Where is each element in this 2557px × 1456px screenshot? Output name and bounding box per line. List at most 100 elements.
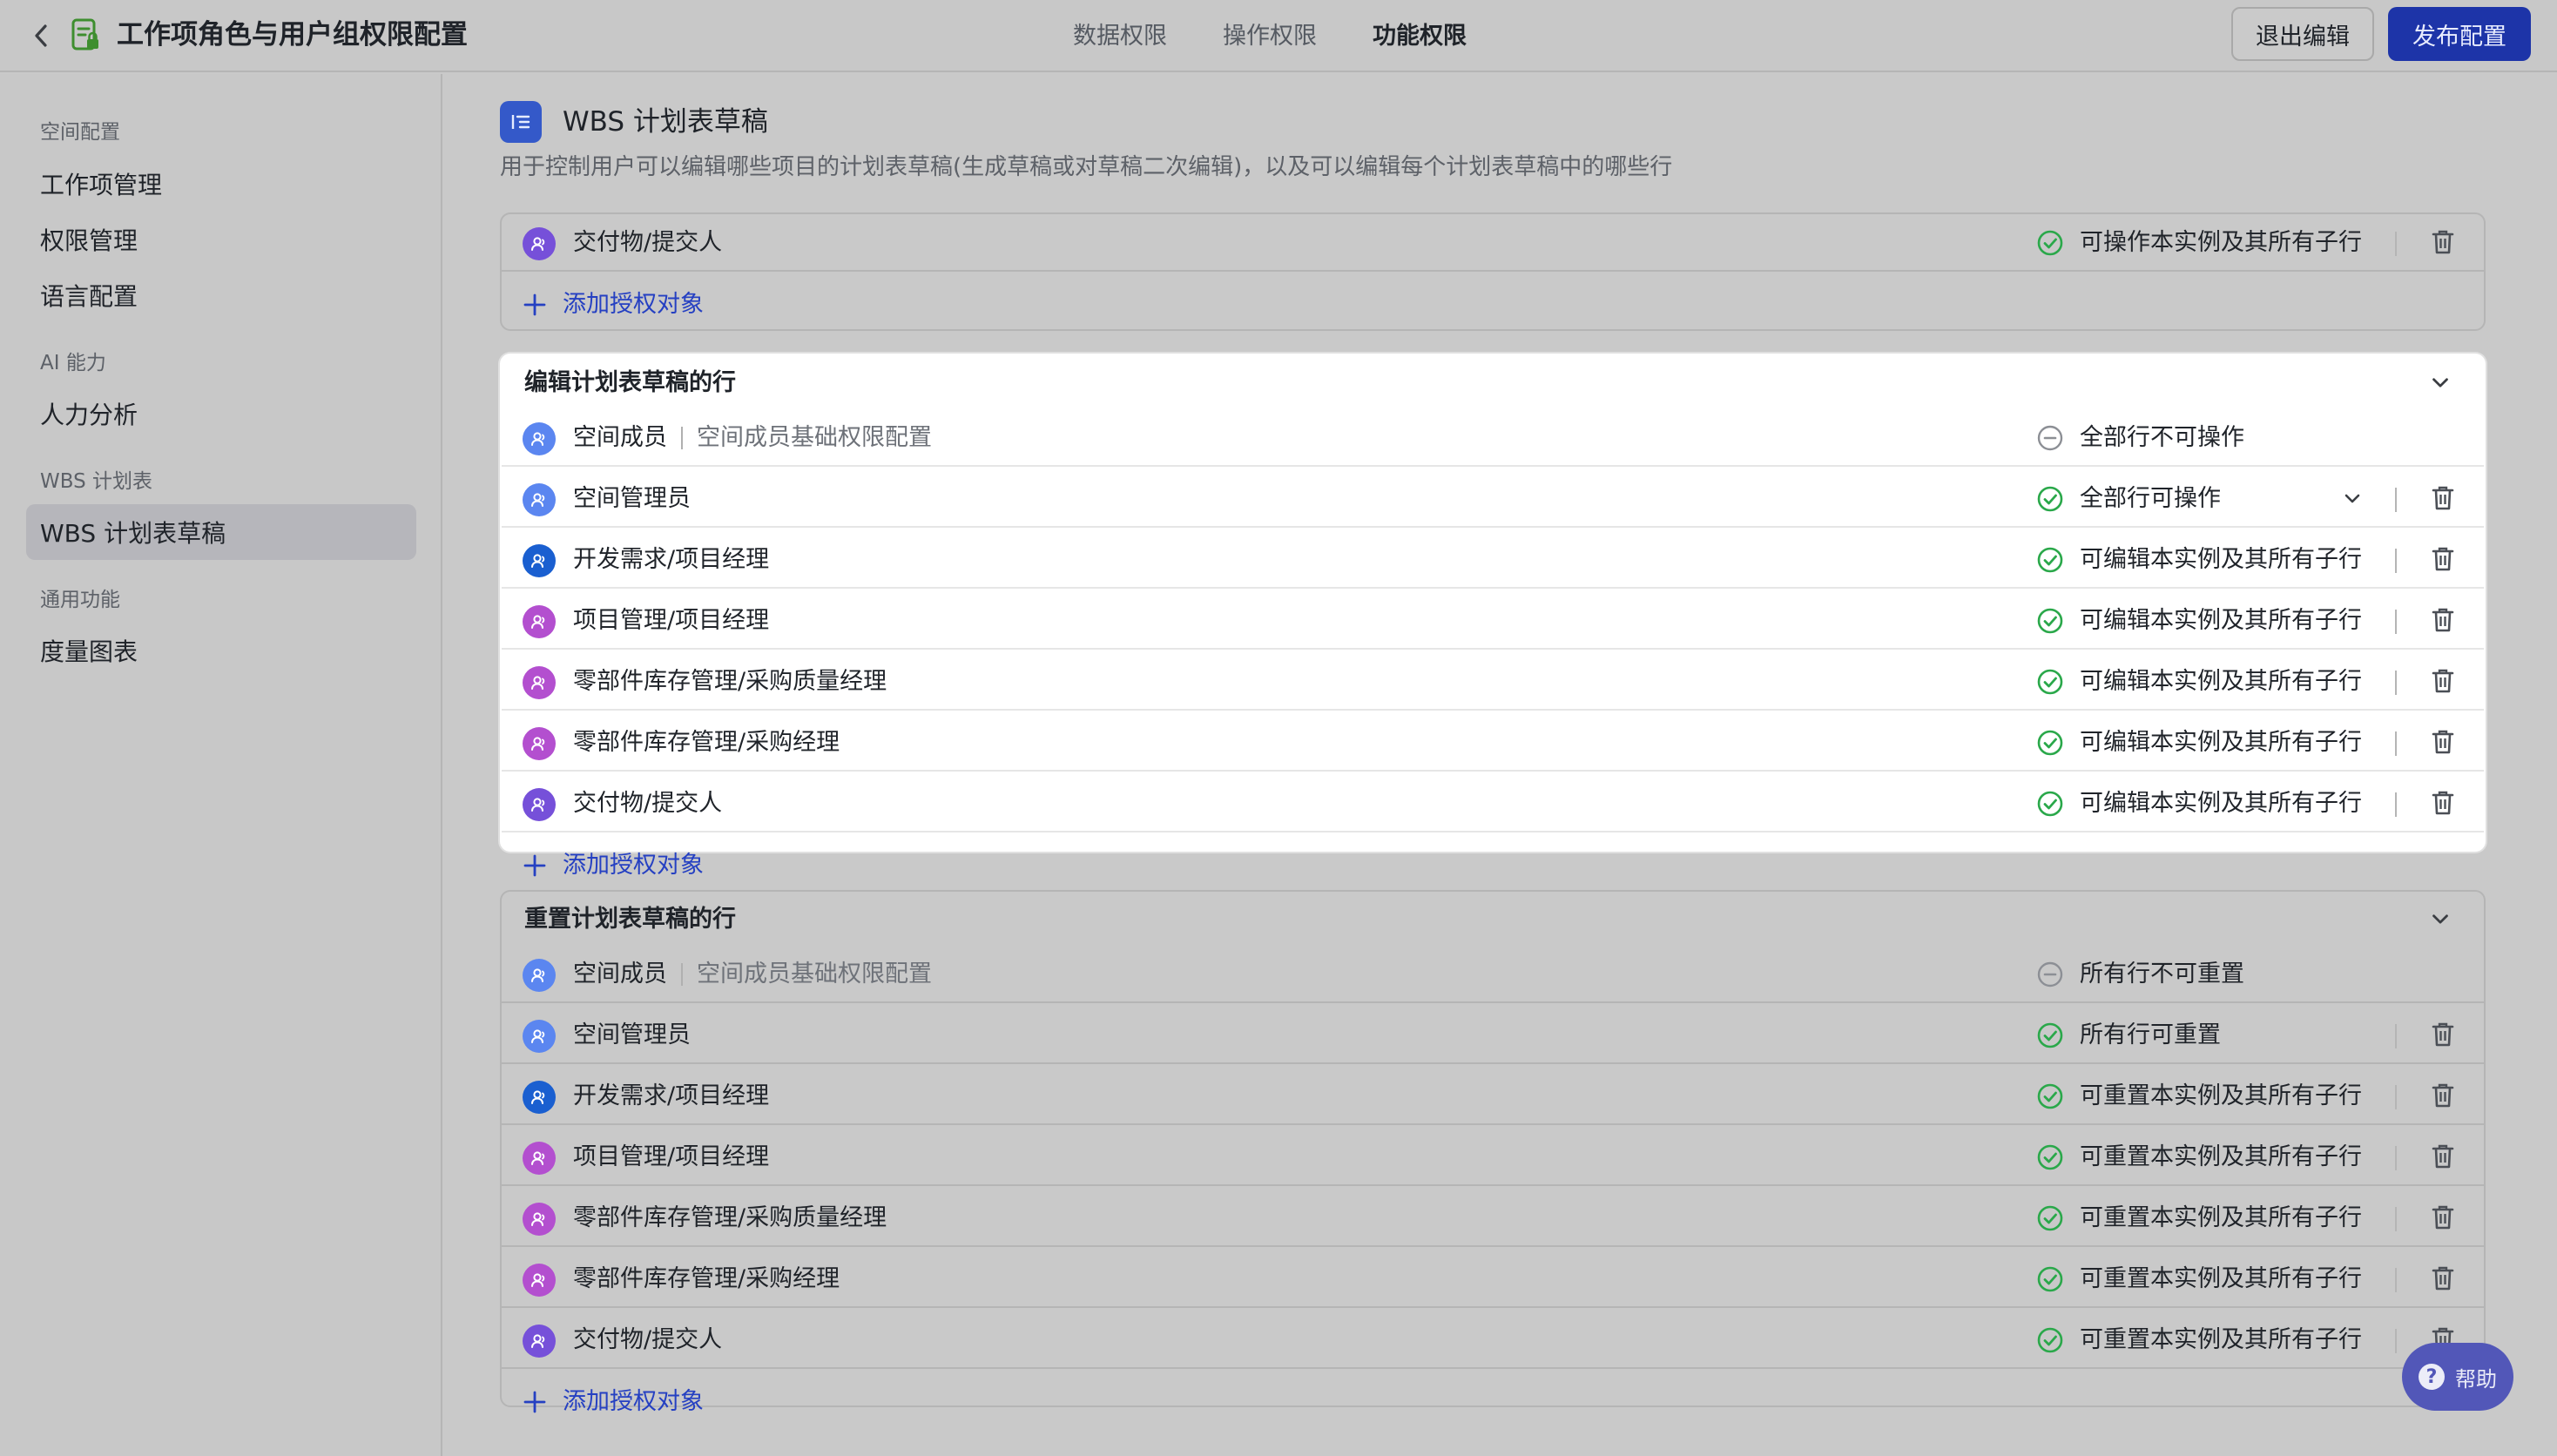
check-circle-icon: [2036, 1326, 2064, 1354]
sidebar-item-language-config[interactable]: 语言配置: [40, 278, 138, 313]
check-circle-icon: [2036, 1204, 2064, 1232]
permission-scope[interactable]: 全部行可操作: [2080, 481, 2221, 517]
permission-scope[interactable]: 可重置本实例及其所有子行: [2080, 1261, 2362, 1298]
sidebar-item-metric-chart[interactable]: 度量图表: [40, 633, 138, 668]
reset-rows-card: 重置计划表草稿的行空间成员 空间成员基础权限配置 所有行不可重置空间管理员 所有行可重…: [500, 890, 2486, 1415]
permission-scope[interactable]: 可编辑本实例及其所有子行: [2080, 603, 2362, 639]
permission-scope[interactable]: 可编辑本实例及其所有子行: [2080, 542, 2362, 578]
action-separator: [2395, 731, 2397, 756]
card-title: 重置计划表草稿的行: [524, 906, 736, 933]
base-permission-link[interactable]: 空间成员基础权限配置: [697, 420, 932, 456]
add-grantee-button[interactable]: 添加授权对象: [523, 848, 704, 883]
action-separator: [2395, 1329, 2397, 1353]
add-grantee-button[interactable]: 添加授权对象: [523, 1385, 704, 1419]
delete-trash-icon[interactable]: [2430, 667, 2458, 697]
plus-icon: [523, 293, 547, 317]
delete-trash-icon[interactable]: [2430, 1021, 2458, 1050]
delete-trash-icon[interactable]: [2430, 606, 2458, 636]
permission-scope[interactable]: 全部行不可操作: [2080, 420, 2244, 456]
sidebar: 空间配置 工作项管理 权限管理 语言配置 AI 能力 人力分析 WBS 计划表 …: [0, 74, 442, 1456]
permission-scope[interactable]: 可重置本实例及其所有子行: [2080, 1139, 2362, 1176]
permission-row: 零部件库存管理/采购质量经理 可重置本实例及其所有子行: [502, 1190, 2484, 1247]
user-group-icon: [523, 544, 556, 577]
operate-card: 交付物/提交人 可操作本实例及其所有子行添加授权对象: [500, 212, 2486, 331]
publish-config-button[interactable]: 发布配置: [2388, 7, 2531, 61]
delete-trash-icon[interactable]: [2430, 484, 2458, 514]
sidebar-group-space-config: 空间配置: [40, 121, 120, 144]
section-description: 用于控制用户可以编辑哪些项目的计划表草稿(生成草稿或对草稿二次编辑)，以及可以编…: [500, 154, 1673, 180]
check-circle-icon: [2036, 1265, 2064, 1293]
plus-icon: [523, 1390, 547, 1414]
grantee-name: 零部件库存管理/采购经理: [573, 729, 840, 756]
page-title: 工作项角色与用户组权限配置: [117, 19, 468, 51]
tab-function-permission[interactable]: 功能权限: [1373, 17, 1467, 56]
action-separator: [2395, 610, 2397, 634]
grantee-name: 零部件库存管理/采购质量经理: [573, 668, 887, 695]
action-separator: [2395, 792, 2397, 817]
user-group-icon: [523, 605, 556, 638]
permission-row: 项目管理/项目经理 可编辑本实例及其所有子行: [502, 592, 2484, 650]
permission-scope[interactable]: 可编辑本实例及其所有子行: [2080, 664, 2362, 700]
action-separator: [2395, 1085, 2397, 1109]
sidebar-item-permission-management[interactable]: 权限管理: [40, 222, 138, 257]
grantee-name: 零部件库存管理/采购经理: [573, 1265, 840, 1292]
top-bar: 工作项角色与用户组权限配置 数据权限 操作权限 功能权限 退出编辑 发布配置: [0, 0, 2557, 72]
sidebar-group-general: 通用功能: [40, 589, 120, 611]
delete-trash-icon[interactable]: [2430, 1082, 2458, 1111]
top-tabs: 数据权限 操作权限 功能权限: [1073, 17, 1467, 56]
grantee-name: 空间成员: [573, 961, 667, 988]
action-separator: [2395, 488, 2397, 512]
user-group-icon: [523, 959, 556, 992]
permission-row: 空间管理员 所有行可重置: [502, 1007, 2484, 1064]
grantee-name: 空间管理员: [573, 1021, 691, 1048]
permission-scope[interactable]: 所有行可重置: [2080, 1017, 2221, 1054]
minus-circle-icon: [2036, 424, 2064, 452]
scope-dropdown-chevron-icon[interactable]: [2339, 486, 2365, 512]
sidebar-item-human-analysis[interactable]: 人力分析: [40, 396, 138, 431]
permission-row: 开发需求/项目经理 可编辑本实例及其所有子行: [502, 531, 2484, 589]
help-button[interactable]: ? 帮助: [2402, 1343, 2513, 1411]
collapse-chevron-icon[interactable]: [2426, 369, 2454, 397]
card-header: 重置计划表草稿的行: [502, 892, 2484, 946]
exit-edit-button[interactable]: 退出编辑: [2231, 7, 2374, 61]
permission-row: 项目管理/项目经理 可重置本实例及其所有子行: [502, 1129, 2484, 1186]
tab-data-permission[interactable]: 数据权限: [1073, 17, 1167, 56]
delete-trash-icon[interactable]: [2430, 1203, 2458, 1233]
delete-trash-icon[interactable]: [2430, 728, 2458, 758]
permission-scope[interactable]: 可重置本实例及其所有子行: [2080, 1200, 2362, 1237]
permission-row: 开发需求/项目经理 可重置本实例及其所有子行: [502, 1068, 2484, 1125]
grantee-name: 零部件库存管理/采购质量经理: [573, 1204, 887, 1231]
permission-scope[interactable]: 可重置本实例及其所有子行: [2080, 1322, 2362, 1358]
check-circle-icon: [2036, 1082, 2064, 1110]
action-separator: [2395, 1268, 2397, 1292]
sidebar-item-work-item-management[interactable]: 工作项管理: [40, 166, 162, 201]
permission-row: 空间管理员 全部行可操作: [502, 470, 2484, 528]
edit-rows-card: 编辑计划表草稿的行空间成员 空间成员基础权限配置 全部行不可操作空间管理员 全部行可操…: [500, 354, 2486, 879]
grantee-name: 空间成员: [573, 424, 667, 451]
permission-scope[interactable]: 所有行不可重置: [2080, 956, 2244, 993]
action-separator: [2395, 1146, 2397, 1170]
permission-row: 零部件库存管理/采购经理 可重置本实例及其所有子行: [502, 1250, 2484, 1308]
delete-trash-icon[interactable]: [2430, 228, 2458, 258]
delete-trash-icon[interactable]: [2430, 1143, 2458, 1172]
grantee-name: 开发需求/项目经理: [573, 1082, 770, 1109]
user-group-icon: [523, 666, 556, 699]
name-divider: [681, 427, 683, 449]
permission-scope[interactable]: 可编辑本实例及其所有子行: [2080, 725, 2362, 761]
card-title: 编辑计划表草稿的行: [524, 369, 736, 396]
delete-trash-icon[interactable]: [2430, 1264, 2458, 1294]
base-permission-link[interactable]: 空间成员基础权限配置: [697, 956, 932, 993]
permission-scope[interactable]: 可重置本实例及其所有子行: [2080, 1078, 2362, 1115]
permission-row: 空间成员 空间成员基础权限配置 全部行不可操作: [502, 409, 2484, 467]
tab-operation-permission[interactable]: 操作权限: [1223, 17, 1317, 56]
add-grantee-button[interactable]: 添加授权对象: [523, 287, 704, 322]
permission-row: 交付物/提交人 可操作本实例及其所有子行: [502, 214, 2484, 272]
action-separator: [2395, 1207, 2397, 1231]
collapse-chevron-icon[interactable]: [2426, 906, 2454, 934]
sidebar-item-wbs-draft[interactable]: WBS 计划表草稿: [40, 515, 226, 549]
permission-scope[interactable]: 可编辑本实例及其所有子行: [2080, 785, 2362, 822]
permission-scope[interactable]: 可操作本实例及其所有子行: [2080, 225, 2362, 261]
back-arrow-icon[interactable]: [28, 21, 54, 51]
delete-trash-icon[interactable]: [2430, 789, 2458, 819]
delete-trash-icon[interactable]: [2430, 545, 2458, 575]
